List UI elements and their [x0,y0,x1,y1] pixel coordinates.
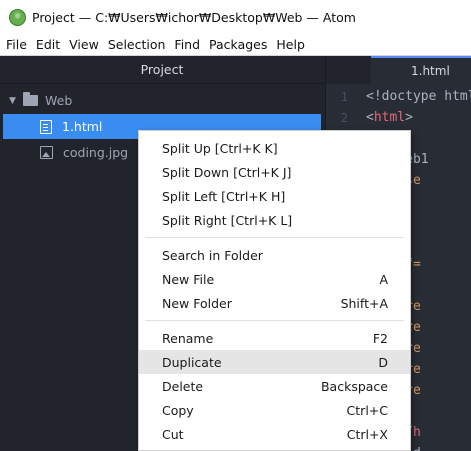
menu-item-label: Rename [162,330,214,346]
file-label: coding.jpg [63,145,129,160]
menu-item-label: Split Down [Ctrl+K J] [162,164,292,180]
context-menu-item-copy[interactable]: Copy Ctrl+C [139,398,410,422]
menu-item-label: New File [162,271,215,287]
menu-item-shortcut: Ctrl+C [346,402,388,418]
menu-view[interactable]: View [69,37,99,52]
menu-separator [145,320,404,321]
context-menu-item-split-up-ctrl-k-k[interactable]: Split Up [Ctrl+K K] [139,136,410,160]
context-menu-item-split-left-ctrl-k-h[interactable]: Split Left [Ctrl+K H] [139,184,410,208]
folder-icon [23,92,38,106]
menu-item-label: Split Left [Ctrl+K H] [162,188,286,204]
menu-item-shortcut: D [378,354,388,370]
context-menu-item-split-right-ctrl-k-l[interactable]: Split Right [Ctrl+K L] [139,208,410,232]
menu-separator [145,237,404,238]
title-bar: ⚛ Project — C:₩Users₩ichor₩Desktop₩Web —… [0,0,471,34]
code-line: 2 < html > [326,107,413,128]
context-menu-item-search-in-folder[interactable]: Search in Folder [139,243,410,267]
menu-packages[interactable]: Packages [209,37,267,52]
context-menu-item-new-file[interactable]: New File A [139,267,410,291]
context-menu-item-split-down-ctrl-k-j[interactable]: Split Down [Ctrl+K J] [139,160,410,184]
image-file-icon [40,146,53,159]
menu-item-label: Cut [162,426,184,442]
menu-item-shortcut: A [379,271,388,287]
chevron-down-icon[interactable]: ▼ [9,96,19,106]
code-line: 1 <!doctype html [326,86,471,107]
atom-icon: ⚛ [9,8,26,26]
code-token: > [405,110,413,125]
menu-item-label: Copy [162,402,194,418]
menu-item-shortcut: F2 [372,330,388,346]
menu-item-label: Split Right [Ctrl+K L] [162,212,293,228]
menu-bar: File Edit View Selection Find Packages H… [0,34,471,56]
menu-item-label: Split Up [Ctrl+K K] [162,140,278,156]
code-token: h [412,425,421,440]
tab-title: 1.html [411,64,450,78]
menu-item-label: Delete [162,378,204,394]
menu-edit[interactable]: Edit [36,37,60,52]
menu-item-label: Search in Folder [162,247,263,263]
line-number: 1 [340,89,348,104]
code-token: < [366,110,374,125]
tab-1-html[interactable]: 1.html [371,56,471,84]
folder-web[interactable]: ▼ Web [0,88,324,113]
context-menu-item-rename[interactable]: Rename F2 [139,326,410,350]
folder-label: Web [45,93,73,108]
context-menu-item-delete[interactable]: Delete Backspace [139,374,410,398]
menu-file[interactable]: File [6,37,27,52]
menu-item-shortcut: Ctrl+X [346,426,388,442]
menu-item-shortcut: Backspace [320,378,388,394]
context-menu-item-cut[interactable]: Cut Ctrl+X [139,422,410,446]
context-menu-item-duplicate[interactable]: Duplicate D [139,350,410,374]
menu-item-label: New Folder [162,295,232,311]
file-label: 1.html [62,119,103,134]
tab-bar: 1.html [326,56,471,84]
line-number: 2 [340,110,348,125]
code-token: <!doctype html [366,89,471,104]
code-token: html [373,110,406,125]
tree-view-header: Project [0,56,324,84]
menu-find[interactable]: Find [174,37,200,52]
window-title: Project — C:₩Users₩ichor₩Desktop₩Web — A… [32,9,356,25]
context-menu-item-new-folder[interactable]: New Folder Shift+A [139,291,410,315]
menu-item-shortcut: Shift+A [340,295,388,311]
menu-help[interactable]: Help [276,37,305,52]
menu-item-label: Duplicate [162,354,222,370]
menu-selection[interactable]: Selection [108,37,166,52]
context-menu: Split Up [Ctrl+K K] Split Down [Ctrl+K J]… [138,130,411,451]
file-text-icon [40,119,52,134]
